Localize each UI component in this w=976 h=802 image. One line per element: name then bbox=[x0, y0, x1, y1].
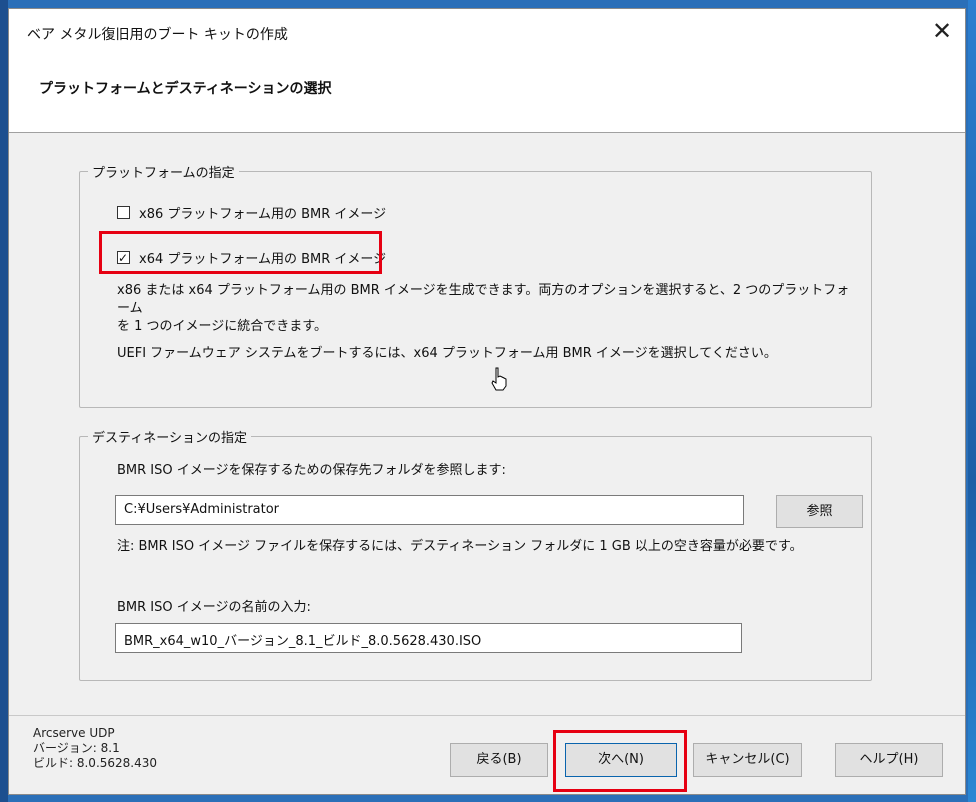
bootkit-dialog: ベア メタル復旧用のブート キットの作成 ✕ プラットフォームとデスティネーショ… bbox=[8, 8, 966, 795]
iso-name-label: BMR ISO イメージの名前の入力: bbox=[117, 600, 311, 615]
cancel-button[interactable]: キャンセル(C) bbox=[693, 743, 802, 777]
wizard-header: プラットフォームとデスティネーションの選択 bbox=[9, 57, 965, 133]
back-button[interactable]: 戻る(B) bbox=[450, 743, 548, 777]
iso-name-input[interactable]: BMR_x64_w10_バージョン_8.1_ビルド_8.0.5628.430.I… bbox=[115, 623, 742, 653]
browse-folder-label: BMR ISO イメージを保存するための保存先フォルダを参照します: bbox=[117, 463, 506, 478]
product-version: バージョン: 8.1 bbox=[33, 741, 120, 755]
free-space-note: 注: BMR ISO イメージ ファイルを保存するには、デスティネーション フォ… bbox=[117, 539, 803, 554]
platform-group-legend: プラットフォームの指定 bbox=[88, 162, 239, 181]
platform-description: x86 または x64 プラットフォーム用の BMR イメージを生成できます。両… bbox=[117, 282, 857, 336]
desktop-left-edge bbox=[0, 0, 8, 802]
close-icon[interactable]: ✕ bbox=[927, 17, 957, 47]
title-bar: ベア メタル復旧用のブート キットの作成 ✕ bbox=[9, 9, 965, 57]
platform-description-line2: を 1 つのイメージに統合できます。 bbox=[117, 319, 327, 334]
help-button[interactable]: ヘルプ(H) bbox=[835, 743, 943, 777]
next-highlight-box bbox=[553, 730, 687, 792]
destination-folder-input[interactable]: C:¥Users¥Administrator bbox=[115, 495, 744, 525]
product-name: Arcserve UDP bbox=[33, 726, 115, 740]
destination-group: デスティネーションの指定 BMR ISO イメージを保存するための保存先フォルダ… bbox=[79, 427, 872, 681]
platform-description-line1: x86 または x64 プラットフォーム用の BMR イメージを生成できます。両… bbox=[117, 283, 850, 316]
desktop-right-edge bbox=[968, 0, 976, 802]
destination-group-legend: デスティネーションの指定 bbox=[88, 427, 251, 446]
x86-checkbox[interactable] bbox=[117, 206, 130, 219]
browse-button[interactable]: 参照 bbox=[776, 495, 863, 528]
uefi-note: UEFI ファームウェア システムをブートするには、x64 プラットフォーム用 … bbox=[117, 346, 777, 361]
page-title: プラットフォームとデスティネーションの選択 bbox=[39, 81, 332, 97]
window-title: ベア メタル復旧用のブート キットの作成 bbox=[27, 27, 288, 43]
footer-separator bbox=[9, 715, 965, 716]
x86-checkbox-label: x86 プラットフォーム用の BMR イメージ bbox=[139, 207, 387, 222]
platform-group: プラットフォームの指定 x86 プラットフォーム用の BMR イメージ ✓ x6… bbox=[79, 162, 872, 408]
x86-checkbox-row[interactable]: x86 プラットフォーム用の BMR イメージ bbox=[117, 203, 386, 222]
hand-cursor-icon bbox=[491, 367, 507, 391]
x64-highlight-box bbox=[99, 231, 382, 274]
product-info: Arcserve UDP バージョン: 8.1 ビルド: 8.0.5628.43… bbox=[33, 726, 157, 771]
product-build: ビルド: 8.0.5628.430 bbox=[33, 756, 158, 770]
